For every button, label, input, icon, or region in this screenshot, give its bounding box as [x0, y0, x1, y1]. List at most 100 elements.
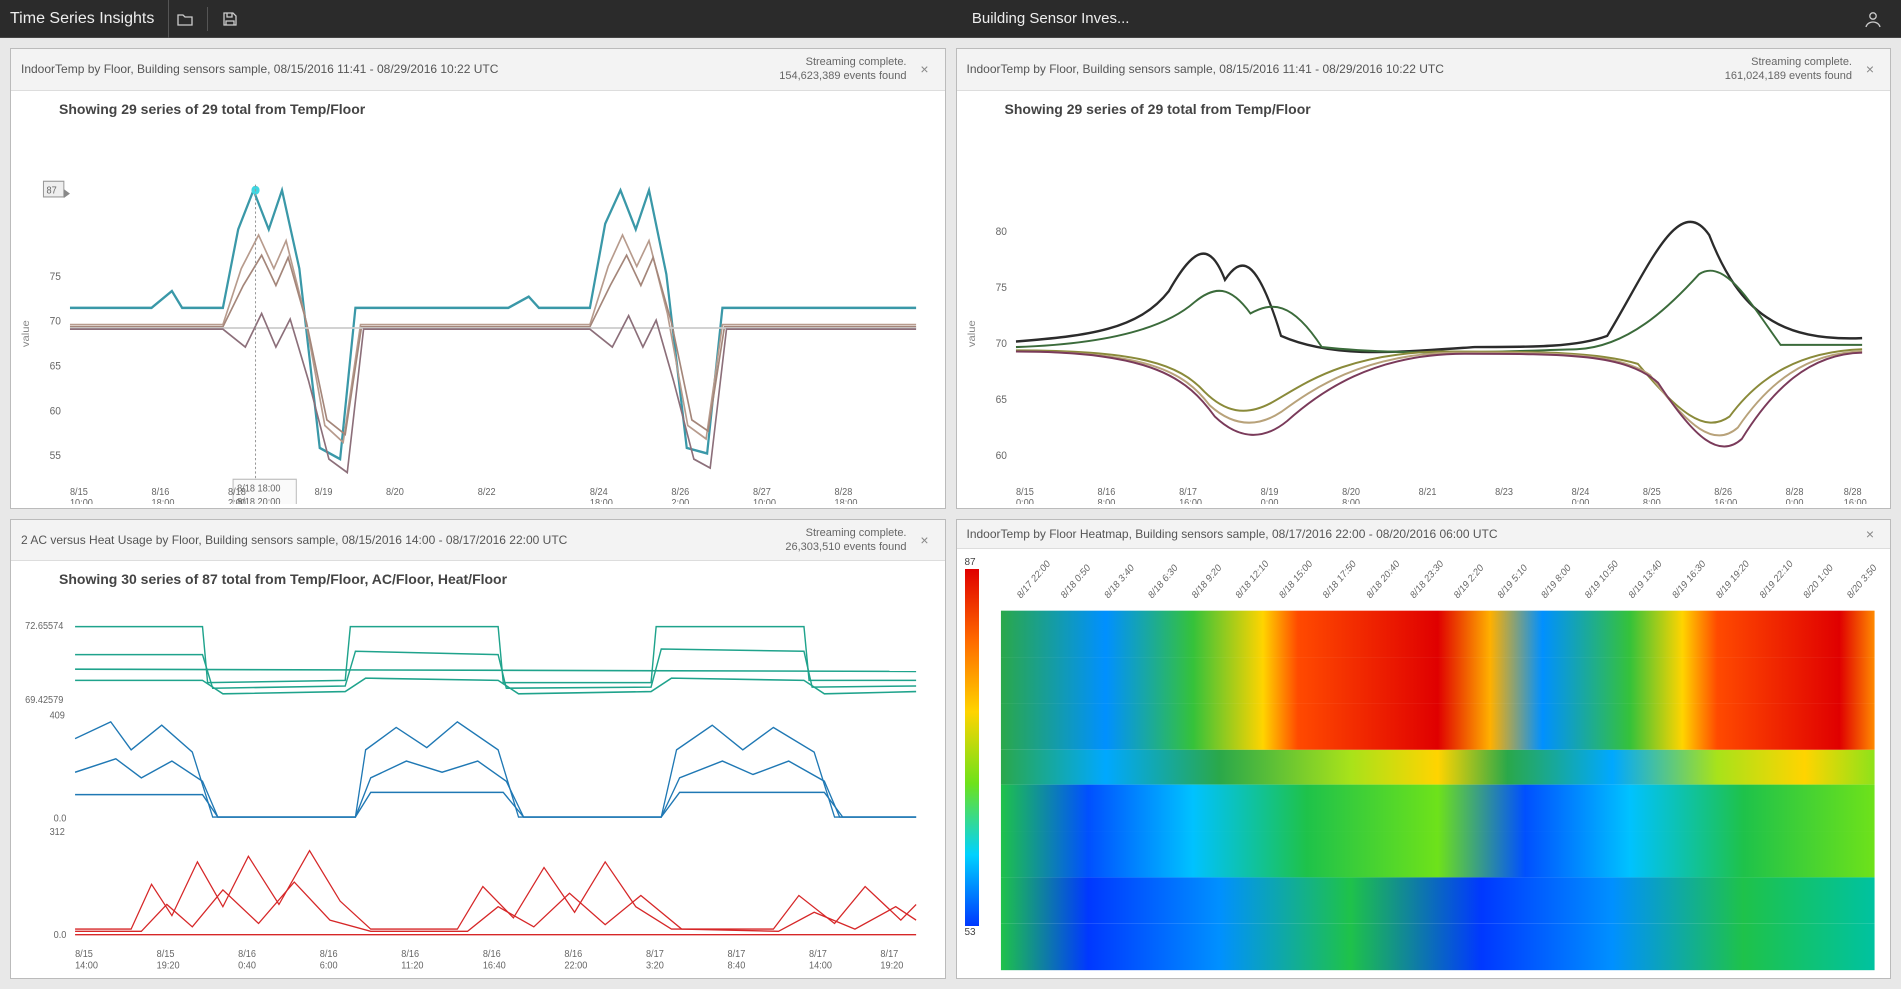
svg-text:8/18 0:50: 8/18 0:50 [1059, 561, 1093, 601]
svg-text:8/16: 8/16 [1097, 486, 1115, 498]
svg-text:8/26: 8/26 [671, 486, 689, 498]
svg-text:8/21: 8/21 [1418, 486, 1436, 498]
svg-text:0:00: 0:00 [1260, 497, 1278, 503]
close-icon[interactable]: × [1860, 526, 1880, 542]
svg-text:10:00: 10:00 [70, 497, 93, 503]
series-temp [75, 627, 916, 694]
close-icon[interactable]: × [1860, 61, 1880, 77]
svg-text:8/24: 8/24 [590, 486, 608, 498]
line-chart[interactable]: 606570 7580 value 8/150:00 8/168:00 8/17… [965, 123, 1883, 504]
panel-header: 2 AC versus Heat Usage by Floor, Buildin… [11, 520, 945, 562]
svg-text:19:20: 19:20 [880, 960, 903, 972]
svg-text:8/16: 8/16 [564, 949, 582, 961]
panel-body: Showing 29 series of 29 total from Temp/… [11, 91, 945, 508]
svg-text:8/17: 8/17 [728, 949, 746, 961]
svg-text:8:00: 8:00 [1342, 497, 1360, 503]
status-line-2: 161,024,189 events found [1725, 69, 1852, 83]
svg-text:8/18 12:10: 8/18 12:10 [1233, 557, 1270, 601]
open-icon[interactable] [169, 0, 201, 38]
svg-text:18:00: 18:00 [590, 497, 613, 503]
panel-status: Streaming complete. 154,623,389 events f… [779, 55, 906, 84]
svg-text:8/27: 8/27 [753, 486, 771, 498]
panel-body: Showing 29 series of 29 total from Temp/… [957, 91, 1891, 508]
svg-text:10:00: 10:00 [753, 497, 776, 503]
svg-text:8/18 23:30: 8/18 23:30 [1408, 557, 1445, 601]
svg-text:8:00: 8:00 [1097, 497, 1115, 503]
svg-text:8/25: 8/25 [1642, 486, 1660, 498]
svg-text:0:00: 0:00 [1571, 497, 1589, 503]
save-icon[interactable] [214, 0, 246, 38]
status-line-1: Streaming complete. [785, 526, 906, 540]
svg-text:55: 55 [50, 449, 61, 462]
svg-text:87: 87 [47, 185, 57, 197]
svg-text:8/28: 8/28 [1785, 486, 1803, 498]
svg-text:16:00: 16:00 [1714, 497, 1737, 503]
toolbar-divider [207, 7, 208, 31]
svg-text:6:00: 6:00 [320, 960, 338, 972]
heatmap-chart[interactable]: 8/17 22:00 8/18 0:50 8/18 3:40 8/18 6:30… [991, 555, 1885, 973]
chart-title: Showing 29 series of 29 total from Temp/… [59, 101, 937, 117]
y-axis-label: value [966, 320, 977, 347]
svg-text:8/19 5:10: 8/19 5:10 [1496, 561, 1530, 601]
svg-text:65: 65 [50, 360, 61, 373]
panel-title: IndoorTemp by Floor, Building sensors sa… [21, 62, 779, 76]
svg-text:0:00: 0:00 [1015, 497, 1033, 503]
svg-text:8/18 20:40: 8/18 20:40 [1365, 557, 1402, 601]
x-axis: 8/1510:00 8/1618:00 8/182:00 8/19 8/20 8… [70, 486, 858, 503]
panel-status: Streaming complete. 26,303,510 events fo… [785, 526, 906, 555]
svg-text:22:00: 22:00 [564, 960, 587, 972]
svg-text:8/15: 8/15 [75, 949, 93, 961]
status-line-1: Streaming complete. [1725, 55, 1852, 69]
svg-text:8/18 3:40: 8/18 3:40 [1102, 561, 1136, 601]
panel-title: 2 AC versus Heat Usage by Floor, Buildin… [21, 533, 785, 547]
svg-text:16:40: 16:40 [483, 960, 506, 972]
axis-tick: 72.65574 [25, 621, 64, 633]
brand: Time Series Insights [10, 0, 169, 38]
svg-text:8/19 22:10: 8/19 22:10 [1758, 557, 1795, 601]
svg-text:14:00: 14:00 [809, 960, 832, 972]
svg-text:8/18 15:00: 8/18 15:00 [1277, 557, 1314, 601]
panel-ac-heat: 2 AC versus Heat Usage by Floor, Buildin… [10, 519, 946, 980]
svg-text:8/18 17:50: 8/18 17:50 [1321, 557, 1358, 601]
top-bar: Time Series Insights Building Sensor Inv… [0, 0, 1901, 38]
line-chart[interactable]: 556065 7075 value 87 [19, 123, 937, 504]
page-title: Building Sensor Inves... [246, 10, 1855, 27]
legend-gradient [965, 569, 979, 927]
svg-text:8/15: 8/15 [157, 949, 175, 961]
status-line-2: 26,303,510 events found [785, 540, 906, 554]
svg-text:8/19 10:50: 8/19 10:50 [1583, 557, 1620, 601]
svg-text:8/18 6:30: 8/18 6:30 [1146, 561, 1180, 601]
svg-text:8/19: 8/19 [1260, 486, 1278, 498]
svg-text:8/19 19:20: 8/19 19:20 [1714, 557, 1751, 601]
svg-text:75: 75 [995, 281, 1006, 294]
panel-title: IndoorTemp by Floor, Building sensors sa… [967, 62, 1725, 76]
value-marker: 87 [43, 181, 70, 198]
x-axis: 8/17 22:00 8/18 0:50 8/18 3:40 8/18 6:30… [1015, 557, 1879, 601]
panel-status: Streaming complete. 161,024,189 events f… [1725, 55, 1852, 84]
svg-text:8/19: 8/19 [315, 486, 333, 498]
svg-text:2:00: 2:00 [671, 497, 689, 503]
svg-text:8/15: 8/15 [1015, 486, 1033, 498]
close-icon[interactable]: × [915, 61, 935, 77]
x-axis: 8/150:00 8/168:00 8/1716:00 8/190:00 8/2… [1015, 486, 1866, 503]
svg-text:8/17: 8/17 [809, 949, 827, 961]
svg-text:8/19 16:30: 8/19 16:30 [1670, 557, 1707, 601]
panel-indoor-temp-2: IndoorTemp by Floor, Building sensors sa… [956, 48, 1892, 509]
svg-text:18:00: 18:00 [152, 497, 175, 503]
svg-text:8/19 2:20: 8/19 2:20 [1452, 561, 1486, 601]
chart-title: Showing 30 series of 87 total from Temp/… [59, 571, 937, 587]
series-ac [75, 722, 916, 817]
stacked-line-chart[interactable]: 72.65574 69.42579 409 0.0 312 0.0 [19, 593, 937, 974]
close-icon[interactable]: × [915, 532, 935, 548]
svg-text:8/16: 8/16 [320, 949, 338, 961]
svg-text:70: 70 [995, 337, 1006, 350]
panel-body: 87 53 8/17 22:00 8/18 0:50 8/18 3:40 8/1… [957, 549, 1891, 979]
svg-text:8/19 13:40: 8/19 13:40 [1627, 557, 1664, 601]
svg-text:18:00: 18:00 [835, 497, 858, 503]
svg-text:8/18: 8/18 [228, 486, 246, 498]
svg-text:70: 70 [50, 315, 61, 328]
profile-icon[interactable] [1855, 0, 1891, 38]
panel-title: IndoorTemp by Floor Heatmap, Building se… [967, 527, 1853, 541]
axis-tick: 69.42579 [25, 695, 63, 707]
legend-max: 87 [965, 557, 976, 568]
